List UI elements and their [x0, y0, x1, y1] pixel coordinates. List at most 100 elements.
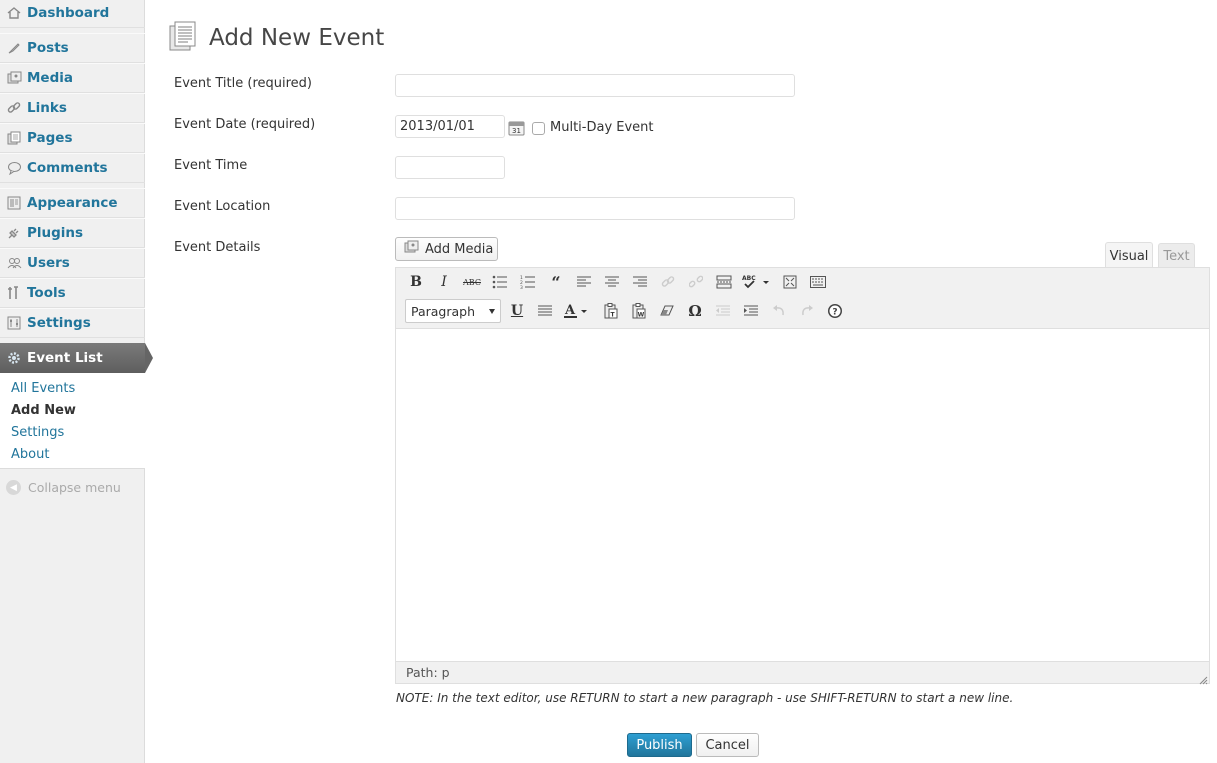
sidebar-item-event-list[interactable]: Event List — [0, 343, 153, 373]
sidebar-item-tools[interactable]: Tools — [0, 278, 145, 308]
tools-icon — [6, 285, 22, 301]
submenu-all-events[interactable]: All Events — [11, 381, 75, 396]
settings-icon — [6, 315, 22, 331]
svg-text:ABC: ABC — [742, 275, 756, 282]
sidebar-item-pages[interactable]: Pages — [0, 123, 145, 153]
redo-icon[interactable] — [797, 301, 817, 321]
editor-toolbar: B I ABC 123 “ ABC Paragraph U A T W Ω ? — [396, 268, 1209, 329]
special-character-icon[interactable]: Ω — [685, 301, 705, 321]
publish-button[interactable]: Publish — [627, 733, 692, 757]
strikethrough-icon[interactable]: ABC — [462, 272, 482, 292]
sidebar-item-settings[interactable]: Settings — [0, 308, 145, 338]
multi-day-checkbox[interactable] — [532, 122, 545, 135]
svg-text:3: 3 — [520, 285, 523, 289]
kitchen-sink-icon[interactable] — [808, 272, 828, 292]
insert-link-icon[interactable] — [658, 272, 678, 292]
sidebar-item-label: Links — [27, 100, 67, 116]
posts-icon — [6, 40, 22, 56]
indent-icon[interactable] — [741, 301, 761, 321]
rich-text-editor: B I ABC 123 “ ABC Paragraph U A T W Ω ? … — [395, 267, 1210, 685]
align-center-icon[interactable] — [602, 272, 622, 292]
help-icon[interactable]: ? — [825, 301, 845, 321]
sidebar-item-label: Comments — [27, 160, 108, 176]
collapse-menu-button[interactable]: ◀ Collapse menu — [6, 480, 121, 495]
align-right-icon[interactable] — [630, 272, 650, 292]
sidebar-item-label: Dashboard — [27, 5, 110, 21]
sidebar-item-label: Tools — [27, 285, 66, 301]
page-header: Add New Event — [167, 10, 384, 67]
sidebar-item-appearance[interactable]: Appearance — [0, 188, 145, 218]
align-left-icon[interactable] — [574, 272, 594, 292]
fullscreen-icon[interactable] — [780, 272, 800, 292]
sidebar-item-label: Posts — [27, 40, 69, 56]
sidebar-item-dashboard[interactable]: Dashboard — [0, 0, 145, 28]
italic-icon[interactable]: I — [434, 272, 454, 292]
sidebar-item-label: Plugins — [27, 225, 84, 241]
editor-path-bar: Path: p — [396, 661, 1209, 685]
main-content: Add New Event Event Title (required) Eve… — [145, 0, 1217, 763]
event-title-label: Event Title (required) — [174, 76, 312, 91]
event-time-label: Event Time — [174, 158, 248, 173]
event-title-input[interactable] — [395, 74, 795, 97]
paste-word-icon[interactable]: W — [629, 301, 649, 321]
sidebar-item-posts[interactable]: Posts — [0, 33, 145, 63]
editor-path-label: Path: p — [406, 665, 450, 680]
dashboard-icon — [6, 5, 22, 21]
calendar-icon[interactable]: 31 — [508, 119, 525, 136]
sidebar-item-label: Event List — [27, 350, 103, 366]
cancel-button[interactable]: Cancel — [696, 733, 759, 757]
numbered-list-icon[interactable]: 123 — [518, 272, 538, 292]
page-title: Add New Event — [209, 25, 385, 52]
add-media-button[interactable]: Add Media — [395, 237, 498, 261]
spellcheck-icon[interactable]: ABC — [742, 272, 772, 292]
paste-text-icon[interactable]: T — [601, 301, 621, 321]
multi-day-label: Multi-Day Event — [550, 120, 654, 135]
plugins-icon — [6, 225, 22, 241]
submenu-settings[interactable]: Settings — [11, 425, 64, 440]
add-media-label: Add Media — [425, 241, 494, 257]
svg-text:A: A — [564, 303, 576, 318]
blockquote-icon[interactable]: “ — [546, 272, 566, 292]
bold-icon[interactable]: B — [406, 272, 426, 292]
sidebar-item-media[interactable]: Media — [0, 63, 145, 93]
submenu-about[interactable]: About — [11, 447, 49, 462]
outdent-icon[interactable] — [713, 301, 733, 321]
links-icon — [6, 100, 22, 116]
sidebar-item-label: Users — [27, 255, 70, 271]
sidebar-item-users[interactable]: Users — [0, 248, 145, 278]
sidebar-item-comments[interactable]: Comments — [0, 153, 145, 183]
sidebar-item-label: Media — [27, 70, 73, 86]
underline-icon[interactable]: U — [507, 301, 527, 321]
bullet-list-icon[interactable] — [490, 272, 510, 292]
collapse-menu-label: Collapse menu — [28, 480, 121, 495]
sidebar-item-label: Settings — [27, 315, 91, 331]
pages-icon — [6, 130, 22, 146]
align-justify-icon[interactable] — [535, 301, 555, 321]
format-select[interactable]: Paragraph — [405, 299, 501, 323]
sidebar-item-plugins[interactable]: Plugins — [0, 218, 145, 248]
undo-icon[interactable] — [769, 301, 789, 321]
page-document-icon — [167, 20, 199, 56]
chevron-down-icon — [489, 309, 495, 314]
event-location-label: Event Location — [174, 199, 271, 214]
clear-formatting-icon[interactable] — [657, 301, 677, 321]
svg-text:31: 31 — [512, 127, 521, 135]
submenu-add-new[interactable]: Add New — [11, 403, 76, 418]
event-date-input[interactable] — [395, 115, 505, 138]
event-location-input[interactable] — [395, 197, 795, 220]
tab-text[interactable]: Text — [1158, 243, 1195, 268]
sidebar-item-links[interactable]: Links — [0, 93, 145, 123]
event-time-input[interactable] — [395, 156, 505, 179]
text-color-icon[interactable]: A — [563, 301, 591, 321]
unlink-icon[interactable] — [686, 272, 706, 292]
event-list-submenu: All Events Add New Settings About — [0, 373, 145, 469]
event-date-label: Event Date (required) — [174, 117, 316, 132]
admin-sidebar: Dashboard Posts Media Links Pages Commen… — [0, 0, 153, 763]
resize-handle-icon[interactable] — [1199, 673, 1208, 685]
tab-visual[interactable]: Visual — [1105, 242, 1153, 269]
editor-content-area[interactable] — [396, 329, 1209, 662]
svg-text:W: W — [638, 312, 645, 319]
gear-icon — [6, 350, 22, 366]
svg-text:?: ? — [832, 308, 837, 318]
insert-more-icon[interactable] — [714, 272, 734, 292]
